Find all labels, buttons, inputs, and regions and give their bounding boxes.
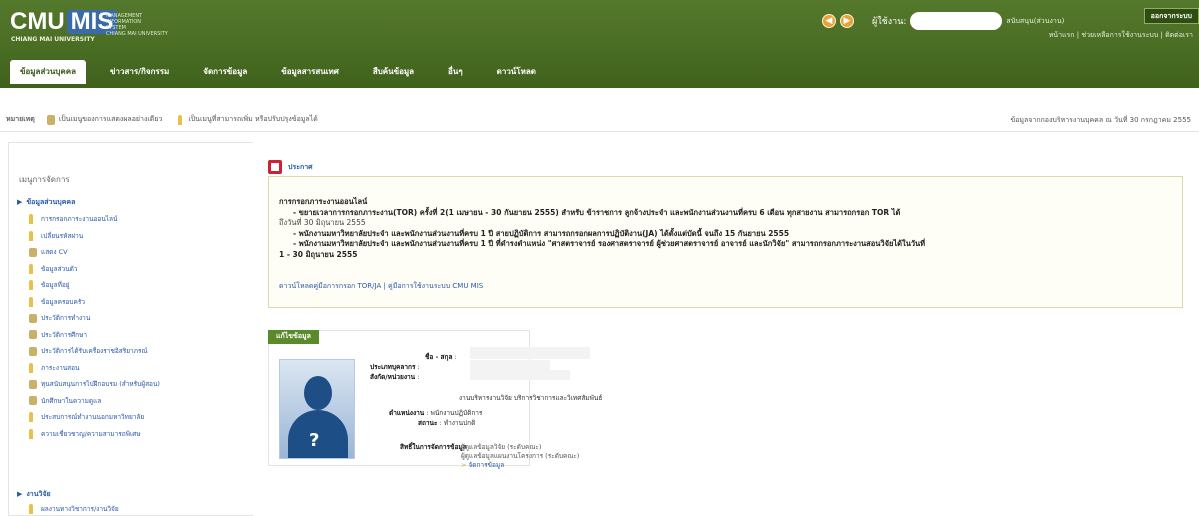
redacted-dept [470, 370, 570, 380]
announcement-title: ประกาศ [288, 162, 313, 171]
profile-type-label: ประเภทบุคลากร : [370, 363, 420, 371]
main-tabs: ข้อมูลส่วนบุคคล ข่าวสาร/กิจกรรม จัดการข้… [10, 60, 560, 84]
header-bar: CMU MIS CHIANG MAI UNIVERSITY MANAGEMENT… [0, 0, 1199, 88]
legend-bar: หมายเหตุ เป็นเมนูของการแสดงผลอย่างเดียว … [0, 108, 1199, 132]
pin-icon [29, 280, 33, 291]
header-links[interactable]: หน้าแรก | ช่วยเหลือการใช้งานระบบ | ติดต่… [1049, 30, 1193, 41]
redacted-name [470, 347, 590, 359]
rights-list: ผู้ดูแลข้อมูลวิจัย (ระดับคณะ) ผู้ดูแลข้อ… [461, 443, 579, 470]
forward-icon[interactable]: ▶ [840, 14, 854, 28]
triangle-right-icon: ▶ [17, 490, 23, 498]
lock-icon [29, 247, 37, 257]
data-source-note: ข้อมูลจากกองบริหารงานบุคคล ณ วันที่ 30 ก… [1010, 116, 1191, 124]
sidebar-item[interactable]: ความเชี่ยวชาญ/ความสามารถพิเศษ [29, 426, 160, 443]
cmu-mis-logo[interactable]: CMU MIS CHIANG MAI UNIVERSITY MANAGEMENT… [10, 8, 168, 44]
tab-personal[interactable]: ข้อมูลส่วนบุคคล [10, 60, 86, 84]
edit-profile-tab[interactable]: แก้ไขข้อมูล [268, 330, 319, 344]
pin-icon [29, 428, 33, 439]
tab-search[interactable]: สืบค้นข้อมูล [363, 60, 424, 82]
sidebar-item[interactable]: ประวัติการได้รับเครื่องราชอิสริยาภรณ์ [29, 343, 160, 360]
profile-name-label: ชื่อ - สกุล : [425, 353, 457, 361]
tab-other[interactable]: อื่นๆ [438, 60, 473, 82]
arrow-right-icon: > [461, 461, 467, 469]
announcement-box: การกรอกภาระงานออนไลน์ - ขยายเวลาการกรอกภ… [268, 176, 1183, 308]
logout-button[interactable]: ออกจากระบบ [1143, 8, 1199, 24]
pin-icon [29, 263, 33, 274]
profile-unit: งานบริหารงานวิจัย บริการวิชาการและวิเทศส… [459, 394, 603, 402]
lock-icon [29, 330, 37, 340]
manage-data-link[interactable]: > จัดการข้อมูล [461, 461, 579, 470]
pin-legend: เป็นเมนูที่สามารถเพิ่ม หรือปรับปรุงข้อมู… [188, 115, 318, 123]
logo-side-text: MANAGEMENT INFORMATION SYSTEM CHIANG MAI… [106, 13, 168, 37]
sidebar-menu: การกรอกภาระงานออนไลน์ เปลี่ยนรหัสผ่าน แส… [29, 211, 160, 442]
logo-cmu-text: CMU [10, 8, 65, 35]
lock-legend: เป็นเมนูของการแสดงผลอย่างเดียว [58, 115, 163, 123]
rights-item: ผู้ดูแลข้อมูลแผนงานโครงการ (ระดับคณะ) [461, 452, 580, 460]
pin-icon [29, 230, 33, 241]
announcement-line: - ขยายเวลาการกรอกภาระงาน(TOR) ครั้งที่ 2… [293, 207, 901, 217]
sidebar-item[interactable]: ผลงานทางวิชาการ/งานวิจัย [29, 501, 119, 516]
announcement-line: ถึงวันที่ 30 มิถุนายน 2555 [279, 218, 366, 227]
sidebar-item[interactable]: ข้อมูลส่วนตัว [29, 261, 160, 278]
announcement-line: 1 - 30 มิถุนายน 2555 [279, 249, 358, 259]
announcement-title-row: ประกาศ [268, 160, 313, 174]
pin-icon [178, 114, 183, 125]
tab-download[interactable]: ดาวน์โหลด [487, 60, 546, 82]
redacted-username [910, 12, 1003, 30]
logo-subtitle: CHIANG MAI UNIVERSITY [11, 36, 95, 43]
user-area: ◀ ▶ ผู้ใช้งาน: สนับสนุน(ส่วนงาน) [822, 12, 1064, 30]
announcement-heading: การกรอกภาระงานออนไลน์ [279, 197, 368, 206]
sidebar-item[interactable]: ข้อมูลครอบครัว [29, 294, 160, 311]
redacted-type [470, 360, 550, 370]
sidebar-item[interactable]: ประวัติการศึกษา [29, 327, 160, 344]
sidebar-item[interactable]: ข้อมูลที่อยู่ [29, 277, 160, 294]
pin-icon [29, 504, 33, 515]
profile-position: ตำแหน่งงาน : พนักงานปฏิบัติการ [389, 409, 483, 417]
lock-icon [46, 114, 55, 125]
question-mark-icon: ? [309, 430, 320, 451]
rights-item: ผู้ดูแลข้อมูลวิจัย (ระดับคณะ) [461, 443, 542, 451]
tab-manage-data[interactable]: จัดการข้อมูล [193, 60, 257, 82]
user-role: สนับสนุน(ส่วนงาน) [1006, 16, 1065, 25]
sidebar-item[interactable]: ประสบการณ์ทำงานนอกมหาวิทยาลัย [29, 409, 160, 426]
lock-icon [29, 313, 37, 323]
sidebar-group-research[interactable]: ▶ งานวิจัย [17, 489, 51, 500]
lock-icon [29, 396, 37, 406]
announcement-body: การกรอกภาระงานออนไลน์ - ขยายเวลาการกรอกภ… [279, 197, 1174, 260]
sidebar-item[interactable]: ประวัติการทำงาน [29, 310, 160, 327]
avatar-head [304, 376, 332, 410]
legend-label: หมายเหตุ [6, 115, 35, 123]
pin-icon [29, 362, 33, 373]
sidebar-group-personal[interactable]: ▶ ข้อมูลส่วนบุคคล [17, 197, 75, 208]
announcement-line: - พนักงานมหาวิทยาลัยประจำ และพนักงานส่วน… [293, 228, 790, 238]
tab-news[interactable]: ข่าวสาร/กิจกรรม [100, 60, 179, 82]
avatar-placeholder: ? [279, 359, 355, 459]
sidebar-item[interactable]: ภาระงานสอน [29, 360, 160, 377]
triangle-right-icon: ▶ [17, 198, 23, 206]
back-icon[interactable]: ◀ [822, 14, 836, 28]
announcement-line: - พนักงานมหาวิทยาลัยประจำ และพนักงานส่วน… [293, 239, 926, 248]
profile-dept-label: สังกัด/หน่วยงาน : [370, 373, 420, 381]
sidebar-heading: เมนูการจัดการ [19, 175, 70, 184]
announcement-links[interactable]: ดาวน์โหลดคู่มือการกรอก TOR/JA | คู่มือกา… [279, 281, 483, 292]
profile-status: สถานะ : ทำงานปกติ [418, 419, 476, 427]
sidebar: เมนูการจัดการ ▶ ข้อมูลส่วนบุคคล การกรอกภา… [8, 142, 253, 516]
user-label: ผู้ใช้งาน: [872, 17, 907, 27]
sidebar-item[interactable]: เปลี่ยนรหัสผ่าน [29, 228, 160, 245]
lock-icon [29, 379, 37, 389]
sidebar-item[interactable]: ทุนสนับสนุนการไปฝึกอบรม (สำหรับผู้สอน) [29, 376, 160, 393]
sidebar-item[interactable]: นักศึกษาในความดูแล [29, 393, 160, 410]
pin-icon [29, 214, 33, 225]
sidebar-item[interactable]: การกรอกภาระงานออนไลน์ [29, 211, 160, 228]
tab-information[interactable]: ข้อมูลสารสนเทศ [271, 60, 349, 82]
announcement-icon [268, 160, 282, 174]
lock-icon [29, 346, 37, 356]
pin-icon [29, 412, 33, 423]
pin-icon [29, 296, 33, 307]
sidebar-item[interactable]: แสดง CV [29, 244, 160, 261]
